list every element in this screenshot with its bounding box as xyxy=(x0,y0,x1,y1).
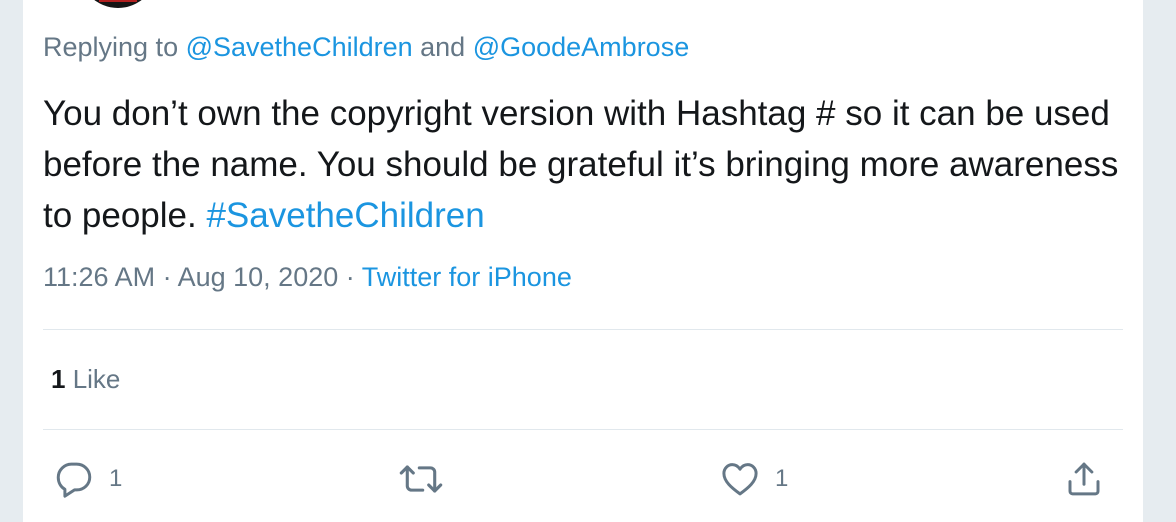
divider xyxy=(43,429,1123,430)
like-count: 1 xyxy=(775,465,789,492)
share-icon xyxy=(1068,462,1100,496)
replying-to: Replying to @SavetheChildren and @GoodeA… xyxy=(43,32,689,63)
tweet-meta: 11:26 AM · Aug 10, 2020 · Twitter for iP… xyxy=(43,262,572,293)
reply-icon xyxy=(56,462,92,498)
retweet-icon xyxy=(399,465,443,493)
likes-label: Like xyxy=(65,364,121,394)
replying-to-prefix: Replying to xyxy=(43,32,186,62)
tweet-time[interactable]: 11:26 AM xyxy=(43,262,155,292)
avatar-badge xyxy=(99,0,137,2)
tweet-text: You don’t own the copyright version with… xyxy=(43,88,1123,241)
replying-to-connector: and xyxy=(412,32,473,62)
share-button[interactable] xyxy=(1063,456,1105,502)
tweet-date[interactable]: Aug 10, 2020 xyxy=(178,262,339,292)
hashtag-link[interactable]: #SavetheChildren xyxy=(206,196,484,235)
divider xyxy=(43,329,1123,330)
likes-count: 1 xyxy=(51,364,66,394)
meta-separator: · xyxy=(338,262,362,292)
meta-separator: · xyxy=(155,262,178,292)
reply-button[interactable]: 1 xyxy=(53,456,122,502)
likes-stat[interactable]: 1 Like xyxy=(51,364,120,395)
retweet-button[interactable] xyxy=(397,456,445,502)
mention-goodeambrose-link[interactable]: @GoodeAmbrose xyxy=(473,32,690,62)
avatar[interactable] xyxy=(79,0,157,8)
mention-savethechildren-link[interactable]: @SavetheChildren xyxy=(186,32,413,62)
tweet-source-link[interactable]: Twitter for iPhone xyxy=(362,262,572,292)
reply-count: 1 xyxy=(109,465,123,492)
like-icon xyxy=(722,463,758,496)
like-button[interactable]: 1 xyxy=(719,456,788,502)
tweet-card: Replying to @SavetheChildren and @GoodeA… xyxy=(22,0,1144,522)
tweet-body: You don’t own the copyright version with… xyxy=(43,94,1119,235)
